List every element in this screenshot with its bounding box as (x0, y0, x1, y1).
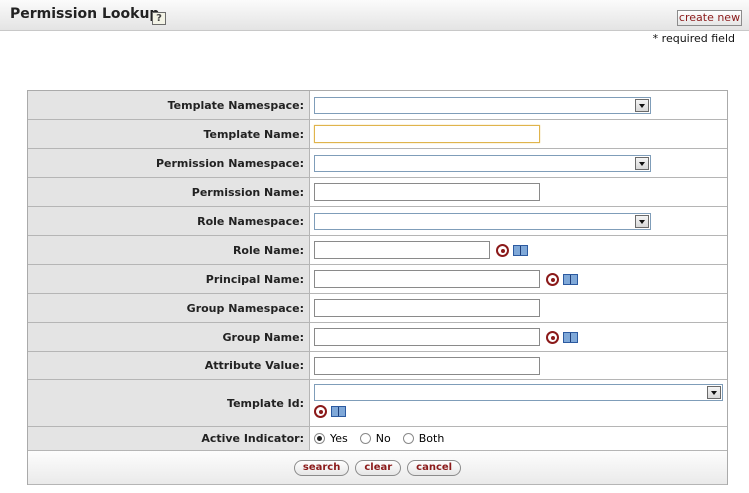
row-role-name: Role Name: (28, 236, 727, 265)
row-template-namespace: Template Namespace: (28, 91, 727, 120)
row-group-name: Group Name: (28, 323, 727, 352)
group-namespace-input[interactable] (314, 299, 540, 317)
row-permission-namespace: Permission Namespace: (28, 149, 727, 178)
cell-principal-name (310, 265, 727, 293)
permission-namespace-select[interactable] (314, 154, 651, 172)
cell-template-name (310, 120, 727, 148)
book-icon[interactable] (563, 273, 578, 285)
label-role-name: Role Name: (28, 236, 310, 264)
principal-name-input[interactable] (314, 270, 540, 288)
book-icon[interactable] (513, 244, 528, 256)
template-id-lookup-icons (308, 405, 346, 418)
active-both-label: Both (418, 432, 445, 445)
label-principal-name: Principal Name: (28, 265, 310, 293)
chevron-down-icon[interactable] (635, 214, 649, 228)
active-no-label: No (375, 432, 391, 445)
page-header: Permission Lookup ? create new (0, 0, 749, 31)
page-title: Permission Lookup (10, 6, 160, 22)
role-name-input[interactable] (314, 241, 490, 259)
clear-button[interactable]: clear (355, 459, 402, 476)
row-template-id: Template Id: (28, 380, 727, 427)
active-yes-label: Yes (330, 432, 348, 445)
action-button-row: search clear cancel (28, 451, 727, 485)
row-permission-name: Permission Name: (28, 178, 727, 207)
label-group-name: Group Name: (28, 323, 310, 351)
search-icon[interactable] (314, 405, 327, 418)
search-icon[interactable] (546, 272, 559, 286)
permission-name-input[interactable] (314, 183, 540, 201)
cell-attribute-value (310, 352, 727, 379)
chevron-down-icon[interactable] (635, 156, 649, 170)
label-template-id: Template Id: (28, 380, 310, 426)
lookup-form: Template Namespace: Template Name: Permi… (27, 90, 728, 485)
template-namespace-select[interactable] (314, 96, 651, 114)
role-namespace-select[interactable] (314, 212, 651, 230)
row-active-indicator: Active Indicator: Yes No Both (28, 427, 727, 451)
book-icon[interactable] (563, 331, 578, 343)
help-icon[interactable]: ? (152, 12, 166, 25)
create-new-button[interactable]: create new (677, 10, 742, 26)
group-name-input[interactable] (314, 328, 540, 346)
chevron-down-icon[interactable] (635, 98, 649, 112)
label-group-namespace: Group Namespace: (28, 294, 310, 322)
row-role-namespace: Role Namespace: (28, 207, 727, 236)
cell-permission-namespace (310, 149, 727, 177)
label-template-namespace: Template Namespace: (28, 91, 310, 119)
template-name-input[interactable] (314, 125, 540, 143)
cell-role-name (310, 236, 727, 264)
label-permission-namespace: Permission Namespace: (28, 149, 310, 177)
label-active-indicator: Active Indicator: (28, 427, 310, 450)
cell-template-namespace (310, 91, 727, 119)
row-group-namespace: Group Namespace: (28, 294, 727, 323)
active-both-radio[interactable] (402, 433, 414, 444)
row-attribute-value: Attribute Value: (28, 352, 727, 380)
attribute-value-input[interactable] (314, 356, 540, 375)
cell-permission-name (310, 178, 727, 206)
search-button[interactable]: search (293, 459, 350, 476)
chevron-down-icon[interactable] (707, 386, 721, 399)
active-indicator-radio-group: Yes No Both (314, 432, 456, 445)
search-icon[interactable] (496, 243, 509, 257)
row-principal-name: Principal Name: (28, 265, 727, 294)
cancel-button[interactable]: cancel (407, 459, 462, 476)
cell-active-indicator: Yes No Both (310, 427, 727, 450)
active-yes-radio[interactable] (314, 433, 325, 444)
book-icon[interactable] (331, 406, 346, 417)
cell-template-id (310, 380, 727, 426)
cell-group-namespace (310, 294, 727, 322)
cell-role-namespace (310, 207, 727, 235)
row-template-name: Template Name: (28, 120, 727, 149)
cell-group-name (310, 323, 727, 351)
label-permission-name: Permission Name: (28, 178, 310, 206)
label-attribute-value: Attribute Value: (28, 352, 310, 379)
label-role-namespace: Role Namespace: (28, 207, 310, 235)
search-icon[interactable] (546, 330, 559, 344)
required-field-note: * required field (652, 32, 735, 45)
template-id-select[interactable] (314, 384, 723, 401)
active-no-radio[interactable] (359, 433, 371, 444)
label-template-name: Template Name: (28, 120, 310, 148)
